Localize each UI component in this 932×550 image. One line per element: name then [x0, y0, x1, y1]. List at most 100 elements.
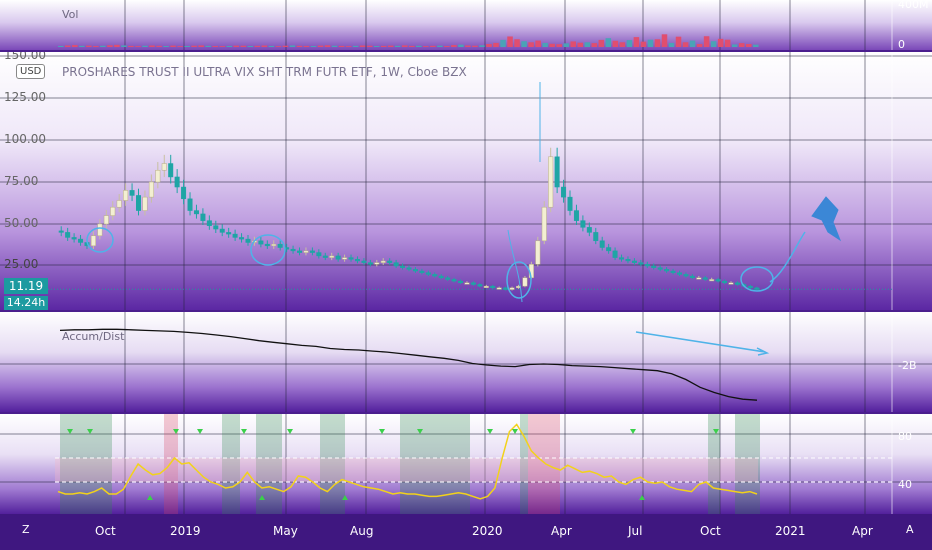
volume-bar — [72, 45, 78, 47]
annotation-marker — [811, 196, 842, 242]
time-label-jul: Jul — [628, 524, 643, 538]
volume-bar — [177, 46, 183, 47]
volume-bar — [317, 45, 324, 47]
time-axis[interactable]: Z Oct 2019 May Aug 2020 Apr Jul Oct 2021… — [0, 514, 932, 550]
volume-bar — [282, 45, 289, 47]
candle — [136, 195, 142, 211]
candle — [432, 274, 438, 277]
oscillator-pane[interactable]: 80 40 — [0, 414, 932, 514]
candle — [470, 282, 476, 285]
oscillator-signal-9 — [512, 429, 518, 434]
volume-bar — [731, 44, 738, 47]
candle — [219, 228, 225, 233]
volume-axis-zero: 0 — [898, 38, 905, 50]
annotation-trendline — [635, 331, 766, 353]
candle — [548, 156, 554, 208]
volume-bar — [401, 45, 408, 47]
volume-bar — [156, 45, 162, 47]
volume-bar — [345, 46, 352, 47]
candle — [689, 275, 695, 279]
volume-bar — [507, 36, 513, 47]
volume-bar — [240, 45, 247, 47]
price-pane[interactable]: USD PROSHARES TRUST II ULTRA VIX SHT TRM… — [0, 52, 932, 310]
volume-bar — [472, 45, 478, 47]
candle — [116, 200, 122, 208]
next-bar-countdown: 14.24h — [4, 296, 48, 310]
oscillator-signal-10 — [630, 429, 636, 434]
volume-bar — [528, 42, 534, 47]
candle — [503, 287, 509, 290]
volume-bar — [444, 46, 450, 47]
candle — [264, 243, 270, 247]
candle — [58, 230, 64, 233]
volume-bar — [149, 45, 155, 47]
current-price-label: 11.19 — [4, 278, 48, 294]
volume-bar — [577, 42, 583, 47]
candle — [747, 285, 753, 289]
volume-bar — [605, 38, 612, 47]
accum-dist-chart — [0, 312, 932, 412]
candle — [258, 240, 264, 245]
volume-pane[interactable]: Vol 400M 0 — [0, 0, 932, 50]
accum-dist-pane[interactable]: Accum/Dist -2B — [0, 312, 932, 412]
volume-bar — [465, 45, 471, 47]
price-chart — [0, 52, 932, 310]
time-label-2020: 2020 — [472, 524, 503, 538]
candle — [580, 220, 586, 228]
accum-dist-axis: -2B — [898, 359, 917, 372]
candle — [245, 238, 251, 243]
candle — [123, 190, 129, 201]
candle — [573, 210, 579, 221]
volume-bar — [591, 43, 598, 47]
price-axis-50: 50.00 — [4, 216, 39, 230]
volume-bar — [212, 46, 218, 47]
candle — [535, 240, 541, 265]
candle — [522, 277, 528, 287]
oscillator-axis-80: 80 — [898, 430, 912, 443]
price-axis-150: 150.00 — [4, 52, 46, 62]
candle — [374, 262, 380, 265]
volume-bar — [549, 43, 555, 47]
candle — [161, 163, 167, 171]
candle — [625, 259, 631, 262]
volume-bar — [65, 45, 71, 47]
candle — [728, 282, 734, 285]
candle — [554, 156, 560, 188]
oscillator-signal-6 — [379, 429, 385, 434]
candle — [322, 255, 328, 258]
volume-bar — [724, 39, 731, 47]
candle — [483, 285, 489, 288]
candle — [567, 196, 573, 211]
candle — [734, 282, 740, 285]
volume-bar — [289, 45, 296, 47]
candle — [329, 255, 335, 258]
log-scale-toggle[interactable]: Z — [22, 523, 30, 536]
volume-chart — [58, 0, 893, 50]
candle — [412, 269, 418, 272]
volume-bar — [598, 39, 605, 47]
time-label-may: May — [273, 524, 298, 538]
volume-bar — [380, 45, 387, 47]
volume-bar — [170, 45, 176, 47]
volume-bar — [535, 40, 541, 47]
time-label-apr-2020: Apr — [551, 524, 572, 538]
oscillator-buy-3 — [639, 495, 645, 500]
candle — [110, 206, 116, 216]
oscillator-signal-8 — [487, 429, 493, 434]
volume-bar — [479, 45, 485, 47]
candle — [342, 257, 348, 260]
volume-bar — [275, 46, 282, 47]
candle — [303, 250, 309, 253]
currency-badge[interactable]: USD — [16, 64, 46, 79]
volume-axis-top: 400M — [898, 0, 929, 11]
candle — [651, 265, 657, 268]
candle — [664, 269, 670, 272]
candle — [490, 285, 496, 289]
volume-bar — [121, 45, 127, 47]
auto-scale-toggle[interactable]: A — [906, 523, 914, 536]
volume-bar — [373, 46, 380, 47]
price-axis-75: 75.00 — [4, 174, 39, 188]
volume-bar — [338, 45, 345, 47]
volume-bar — [254, 45, 261, 47]
candle — [419, 270, 425, 273]
